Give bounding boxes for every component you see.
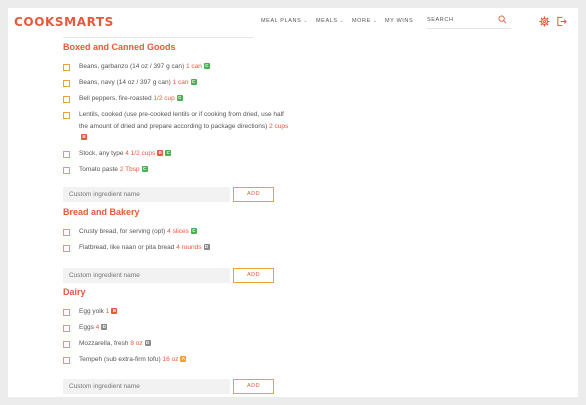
nav-label: MY WINS xyxy=(385,18,414,24)
custom-ingredient-input[interactable] xyxy=(63,187,230,202)
add-button[interactable]: ADD xyxy=(233,379,274,394)
item-qty: 16 oz xyxy=(162,356,179,363)
custom-ingredient-row: ADD xyxy=(63,268,274,283)
checkbox[interactable] xyxy=(63,80,70,87)
chevron-down-icon: ⌄ xyxy=(303,18,309,24)
nav-label: MEAL PLANS xyxy=(261,18,302,24)
add-button[interactable]: ADD xyxy=(233,187,274,202)
item-name: Eggs xyxy=(79,324,94,331)
section-title: Bread and Bakery xyxy=(63,207,140,217)
recipe-badge: B xyxy=(157,150,164,157)
checkbox[interactable] xyxy=(63,357,70,364)
chevron-down-icon: ⌄ xyxy=(372,18,378,24)
item-name: Tempeh (sub extra-firm tofu) xyxy=(79,356,161,363)
item-name: Beans, garbanzo (14 oz / 397 g can) xyxy=(79,63,185,70)
recipe-badge: D xyxy=(144,340,151,347)
recipe-badge: B xyxy=(111,308,118,315)
gear-icon[interactable] xyxy=(539,16,550,27)
nav-my-wins[interactable]: MY WINS xyxy=(385,18,413,24)
chevron-down-icon: ⌄ xyxy=(339,18,345,24)
custom-ingredient-row: ADD xyxy=(63,187,274,202)
custom-ingredient-input[interactable] xyxy=(63,268,230,283)
logout-icon[interactable] xyxy=(556,16,567,27)
checkbox[interactable] xyxy=(63,112,70,119)
checkbox[interactable] xyxy=(63,167,70,174)
section-title: Boxed and Canned Goods xyxy=(63,42,176,52)
checkbox[interactable] xyxy=(63,229,70,236)
item-qty: 1 can xyxy=(185,63,202,70)
recipe-badge: D xyxy=(101,324,108,331)
checkbox[interactable] xyxy=(63,309,70,316)
custom-ingredient-row: ADD xyxy=(63,379,274,394)
checkbox[interactable] xyxy=(63,151,70,158)
nav-meals[interactable]: MEALS ⌄ xyxy=(316,18,344,24)
checkbox[interactable] xyxy=(63,325,70,332)
checkbox[interactable] xyxy=(63,64,70,71)
recipe-badge: D xyxy=(203,244,210,251)
item-qty: 4 1/2 cups xyxy=(125,150,156,157)
recipe-badge: C xyxy=(203,63,210,70)
search-input[interactable]: SEARCH xyxy=(427,15,511,29)
item-qty: 1 can xyxy=(172,79,189,86)
item-name: Crusty bread, for serving (opt) xyxy=(79,228,166,235)
item-name: Egg yolk xyxy=(79,308,104,315)
item-name: Flatbread, like naan or pita bread xyxy=(79,244,175,251)
recipe-badge: B xyxy=(81,134,87,141)
custom-ingredient-input[interactable] xyxy=(63,379,230,394)
recipe-badge: C xyxy=(141,166,148,173)
recipe-badge: C xyxy=(190,79,197,86)
nav-meal-plans[interactable]: MEAL PLANS ⌄ xyxy=(261,18,308,24)
section-title: Dairy xyxy=(63,287,86,297)
item-qty: 2 Tbsp xyxy=(119,166,140,173)
item-qty: 1/2 cup xyxy=(153,95,175,102)
logo[interactable]: COOKSMARTS xyxy=(14,15,114,29)
item-name: Tomato paste xyxy=(79,166,119,173)
search-icon[interactable] xyxy=(498,15,507,24)
page: COOKSMARTS MEAL PLANS ⌄ MEALS ⌄ MORE ⌄ MY W… xyxy=(8,8,578,397)
nav-label: MORE xyxy=(352,18,371,24)
nav-more[interactable]: MORE ⌄ xyxy=(352,18,378,24)
recipe-badge: C xyxy=(165,150,172,157)
item-qty: 1 xyxy=(105,308,110,315)
checkbox[interactable] xyxy=(63,245,70,252)
checkbox[interactable] xyxy=(63,96,70,103)
item-qty: 4 slices xyxy=(167,228,189,235)
item-qty: 8 oz xyxy=(130,340,143,347)
nav-label: MEALS xyxy=(316,18,338,24)
item-name: Stock, any type xyxy=(79,150,124,157)
recipe-badge: C xyxy=(190,228,197,235)
recipe-badge: C xyxy=(176,95,183,102)
recipe-badge: A xyxy=(180,356,187,363)
checkbox[interactable] xyxy=(63,341,70,348)
item-qty: 4 rounds xyxy=(176,244,202,251)
divider xyxy=(63,37,253,38)
item-name: Bell peppers, fire-roasted xyxy=(79,95,152,102)
item-qty: 4 xyxy=(95,324,100,331)
add-button[interactable]: ADD xyxy=(233,268,274,283)
item-name: Mozzarella, fresh xyxy=(79,340,129,347)
header: COOKSMARTS MEAL PLANS ⌄ MEALS ⌄ MORE ⌄ MY W… xyxy=(8,8,578,38)
item-name: Beans, navy (14 oz / 397 g can) xyxy=(79,79,171,86)
item-name: Lentils, cooked (use pre-cooked lentils … xyxy=(79,111,284,130)
item-qty: 2 cups xyxy=(269,122,289,130)
search-placeholder: SEARCH xyxy=(427,17,454,23)
